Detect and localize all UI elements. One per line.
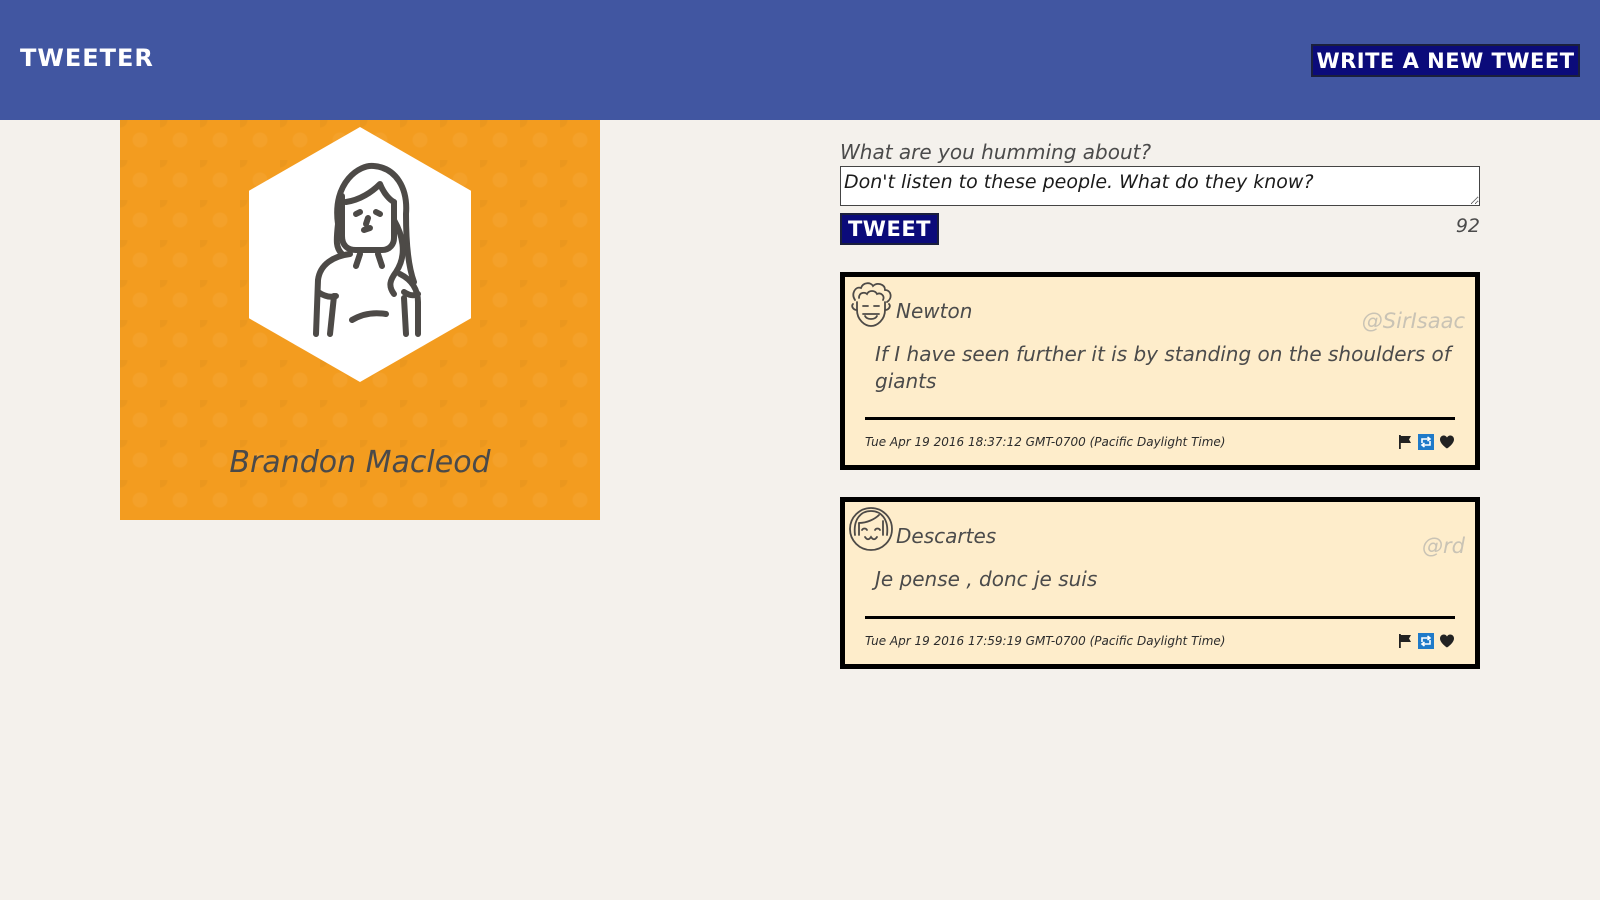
write-new-tweet-button[interactable]: WRITE A NEW TWEET — [1311, 44, 1580, 77]
tweet-submit-button[interactable]: TWEET — [840, 213, 939, 245]
top-nav-bar: TWEETER WRITE A NEW TWEET — [0, 0, 1600, 120]
flag-icon[interactable] — [1397, 434, 1413, 450]
bob-hair-avatar-icon — [849, 507, 893, 551]
compose-label: What are you humming about? — [840, 140, 1152, 164]
tweet-author-handle[interactable]: @rd — [1422, 534, 1465, 558]
heart-icon[interactable] — [1439, 434, 1455, 450]
brand-logo[interactable]: TWEETER — [20, 44, 154, 72]
tweet-body: Je pense , donc je suis — [875, 567, 1098, 591]
tweet-body: If I have seen further it is by standing… — [875, 342, 1451, 393]
woman-avatar-icon — [313, 162, 421, 337]
tweet-author-name[interactable]: Newton — [896, 299, 972, 323]
tweet-timestamp: Tue Apr 19 2016 17:59:19 GMT-0700 (Pacif… — [865, 634, 1226, 648]
tweet-card: Descartes @rd Je pense , donc je suis Tu… — [840, 497, 1480, 669]
profile-card: Brandon Macleod — [120, 120, 600, 520]
retweet-icon[interactable] — [1418, 633, 1434, 649]
tweet-author-name[interactable]: Descartes — [896, 524, 996, 548]
tweet-card: Newton @SirIsaac If I have seen further … — [840, 272, 1480, 470]
heart-icon[interactable] — [1439, 633, 1455, 649]
retweet-icon[interactable] — [1418, 434, 1434, 450]
compose-tweet-form: What are you humming about? Don't listen… — [840, 140, 1480, 247]
character-counter: 92 — [1455, 215, 1480, 237]
tweet-actions — [1397, 433, 1455, 451]
tweet-actions — [1397, 632, 1455, 650]
tweet-divider — [865, 616, 1455, 619]
compose-actions-row: TWEET 92 — [840, 213, 1480, 247]
curly-hair-man-avatar-icon — [851, 282, 892, 327]
flag-icon[interactable] — [1397, 633, 1413, 649]
tweet-textarea[interactable]: Don't listen to these people. What do th… — [840, 166, 1480, 206]
tweet-author-handle[interactable]: @SirIsaac — [1362, 309, 1465, 333]
tweet-timestamp: Tue Apr 19 2016 18:37:12 GMT-0700 (Pacif… — [865, 435, 1226, 449]
profile-name: Brandon Macleod — [229, 445, 491, 480]
tweet-divider — [865, 417, 1455, 420]
